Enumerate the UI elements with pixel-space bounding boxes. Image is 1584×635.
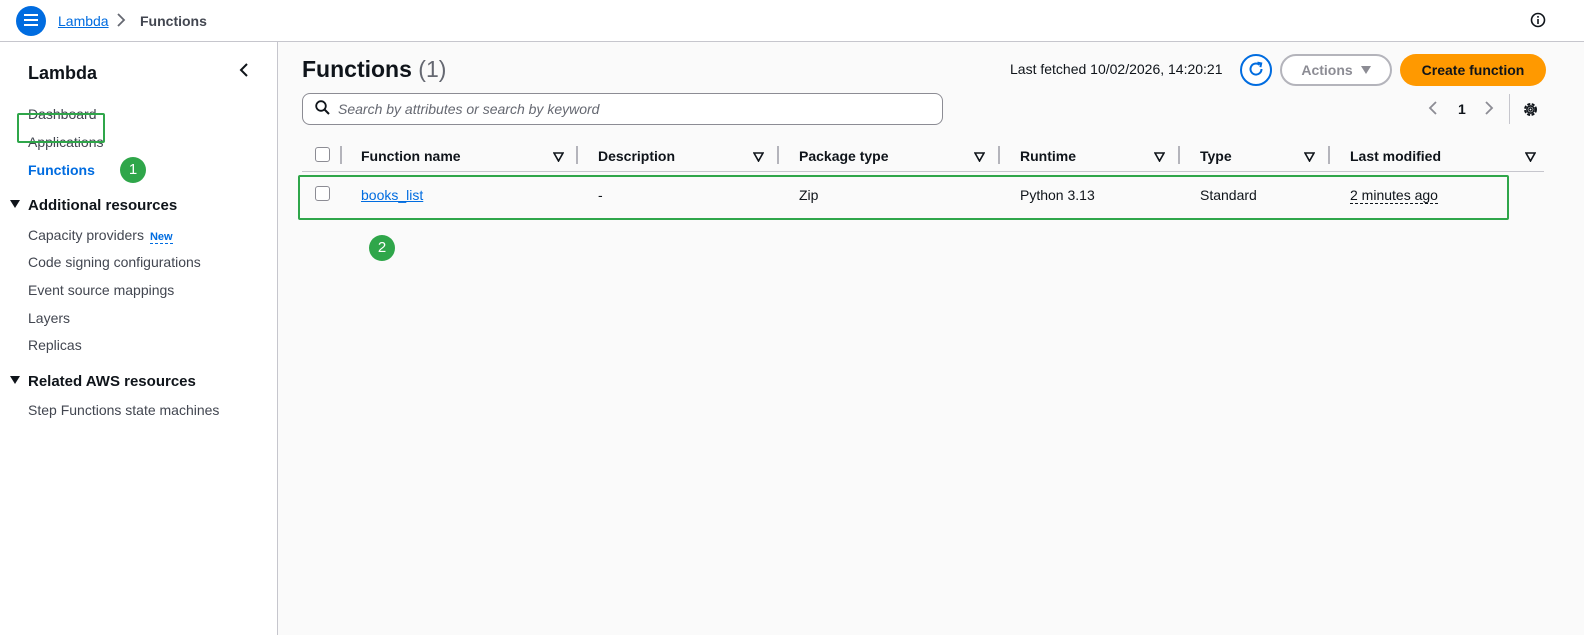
step-marker-1: 1 xyxy=(120,157,146,183)
sidebar-item-functions[interactable]: Functions xyxy=(28,162,95,178)
highlight-box-functions xyxy=(17,113,105,143)
sort-icon[interactable] xyxy=(1524,149,1537,165)
column-header-package-type[interactable]: Package type xyxy=(799,148,889,164)
column-divider xyxy=(340,146,342,164)
step-marker-2: 2 xyxy=(369,235,395,261)
refresh-icon xyxy=(1247,60,1265,81)
column-header-runtime[interactable]: Runtime xyxy=(1020,148,1076,164)
sort-icon[interactable] xyxy=(973,149,986,165)
chevron-right-icon xyxy=(116,13,126,30)
sidebar-item-layers[interactable]: Layers xyxy=(28,310,70,326)
section-label: Related AWS resources xyxy=(28,373,196,390)
column-divider xyxy=(998,146,1000,164)
refresh-button[interactable] xyxy=(1240,54,1272,86)
highlight-box-function-row xyxy=(298,175,1509,220)
sidebar-item-step-functions[interactable]: Step Functions state machines xyxy=(28,402,219,418)
sidebar-title: Lambda xyxy=(28,63,98,83)
breadcrumb-lambda-link[interactable]: Lambda xyxy=(58,13,109,29)
create-function-button[interactable]: Create function xyxy=(1400,54,1546,86)
sort-icon[interactable] xyxy=(552,149,565,165)
sidebar-item-label: Capacity providers xyxy=(28,227,144,243)
search-input[interactable] xyxy=(338,101,918,117)
actions-button[interactable]: Actions xyxy=(1280,54,1392,86)
function-count: (1) xyxy=(418,56,447,82)
sidebar-item-event-source-mappings[interactable]: Event source mappings xyxy=(28,282,174,298)
column-header-last-modified[interactable]: Last modified xyxy=(1350,148,1441,164)
sort-icon[interactable] xyxy=(1153,149,1166,165)
column-divider xyxy=(1178,146,1180,164)
caret-down-icon xyxy=(10,200,20,208)
select-all-checkbox[interactable] xyxy=(315,147,330,162)
divider xyxy=(1509,94,1510,124)
column-header-function-name[interactable]: Function name xyxy=(361,148,461,164)
column-header-description[interactable]: Description xyxy=(598,148,675,164)
sidebar-item-replicas[interactable]: Replicas xyxy=(28,337,82,353)
column-divider xyxy=(777,146,779,164)
sort-icon[interactable] xyxy=(1303,149,1316,165)
chevron-right-icon[interactable] xyxy=(1484,100,1494,119)
info-icon[interactable] xyxy=(1530,12,1546,31)
menu-icon xyxy=(24,13,38,29)
last-fetched-text: Last fetched 10/02/2026, 14:20:21 xyxy=(1010,61,1223,77)
menu-button[interactable] xyxy=(16,6,46,36)
sort-icon[interactable] xyxy=(752,149,765,165)
new-badge: New xyxy=(149,231,173,244)
section-label: Additional resources xyxy=(28,197,178,214)
column-header-type[interactable]: Type xyxy=(1200,148,1232,164)
chevron-left-icon[interactable] xyxy=(1428,100,1438,119)
sidebar-item-code-signing[interactable]: Code signing configurations xyxy=(28,254,201,270)
column-divider xyxy=(576,146,578,164)
actions-label: Actions xyxy=(1301,62,1353,78)
chevron-left-icon[interactable] xyxy=(238,62,250,81)
search-icon xyxy=(315,100,330,118)
search-bar xyxy=(302,93,943,125)
caret-down-icon xyxy=(1360,66,1371,74)
section-additional-resources[interactable]: Additional resources xyxy=(10,197,177,214)
sidebar-item-capacity-providers[interactable]: Capacity providers New xyxy=(28,227,173,244)
gear-icon[interactable] xyxy=(1522,101,1539,121)
breadcrumb-current: Functions xyxy=(140,13,207,29)
page-title: Functions (1) xyxy=(302,56,446,83)
page-number[interactable]: 1 xyxy=(1458,101,1466,117)
table-header: Function name Description Package type R… xyxy=(302,140,1544,172)
top-navigation-bar: Lambda Functions xyxy=(0,0,1584,42)
page-title-text: Functions xyxy=(302,56,412,82)
section-related-aws-resources[interactable]: Related AWS resources xyxy=(10,373,196,390)
caret-down-icon xyxy=(10,376,20,384)
column-divider xyxy=(1328,146,1330,164)
